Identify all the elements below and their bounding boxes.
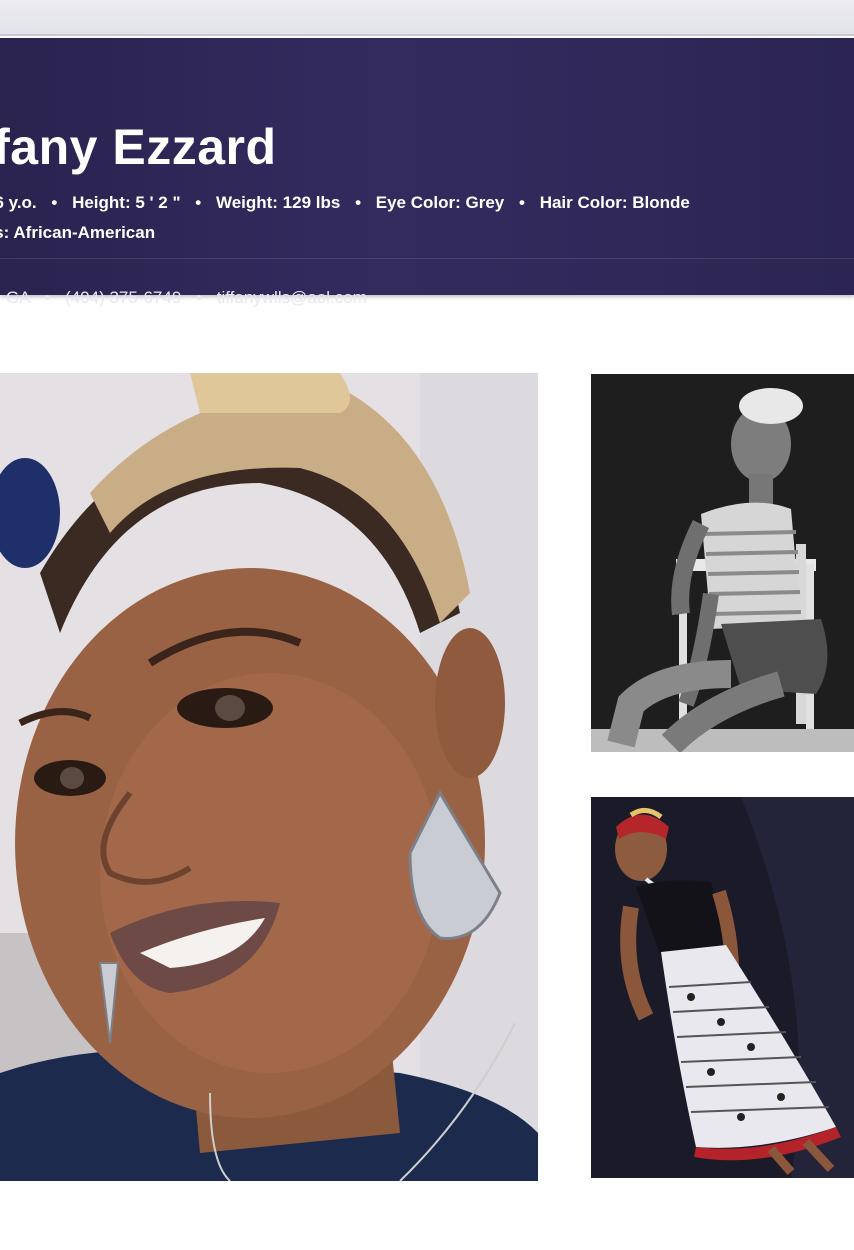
- seated-bw-illustration: [591, 374, 854, 752]
- email-link[interactable]: tiffanywlls@aol.com: [217, 288, 367, 307]
- separator: •: [196, 288, 202, 307]
- music-dress-illustration: [591, 797, 854, 1178]
- separator: •: [519, 193, 525, 212]
- hair-color-value: Hair Color: Blonde: [539, 193, 690, 212]
- headshot-illustration: [0, 373, 538, 1181]
- height-value: Height: 5 ' 2 ": [72, 193, 181, 212]
- seated-bw-photo[interactable]: [591, 374, 854, 752]
- ethnicities-line: ies: African-American: [0, 223, 156, 242]
- music-dress-photo[interactable]: [591, 797, 854, 1178]
- profile-stats-line: 46 y.o. • Height: 5 ' 2 " • Weight: 129 …: [0, 193, 690, 213]
- profile-name: ffany Ezzard: [0, 119, 277, 175]
- age-value: 46 y.o.: [0, 193, 37, 212]
- phone-link[interactable]: (404) 375-6749: [65, 288, 181, 307]
- headshot-photo[interactable]: [0, 373, 538, 1181]
- separator: •: [44, 288, 51, 307]
- separator: •: [51, 193, 58, 212]
- location-value: GA: [6, 288, 30, 307]
- contact-line: GA • (404) 375-6749 • tiffanywlls@aol.co…: [6, 288, 367, 308]
- browser-top-bar: [0, 0, 854, 36]
- header-divider: [0, 258, 854, 259]
- separator: •: [355, 193, 362, 212]
- weight-value: Weight: 129 lbs: [215, 193, 341, 212]
- eye-color-value: Eye Color: Grey: [375, 193, 505, 212]
- separator: •: [195, 193, 202, 212]
- profile-header: ffany Ezzard 46 y.o. • Height: 5 ' 2 " •…: [0, 38, 854, 307]
